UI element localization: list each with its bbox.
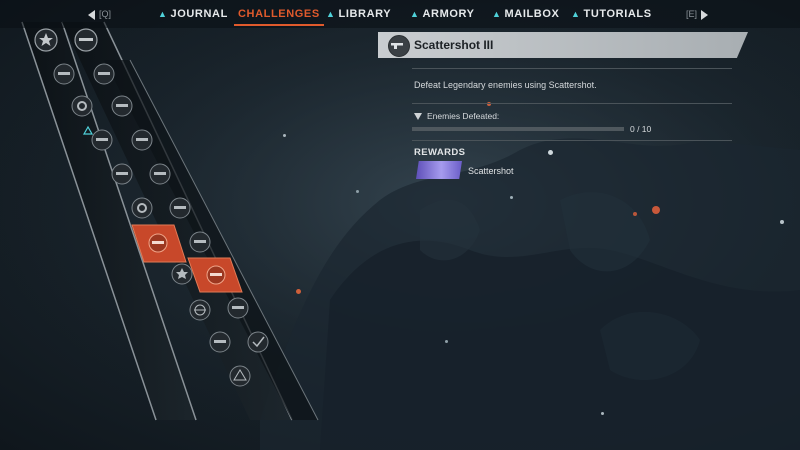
tab-tutorials[interactable]: ▲ TUTORIALS	[571, 0, 652, 28]
challenge-header: Scattershot III	[378, 32, 748, 58]
reward-name: Scattershot	[468, 166, 514, 176]
dust-particle	[445, 340, 448, 343]
challenge-node-star-emblem[interactable]	[34, 28, 58, 52]
challenge-node-gun[interactable]	[169, 197, 191, 219]
objective-count: 0 / 10	[630, 124, 652, 134]
tab-journal[interactable]: ▲ JOURNAL	[158, 0, 228, 28]
divider	[412, 140, 732, 141]
divider	[412, 68, 732, 69]
tab-journal-label: JOURNAL	[170, 8, 228, 20]
challenge-node-triangle[interactable]	[229, 365, 251, 387]
challenge-node-gun[interactable]	[149, 163, 171, 185]
challenge-node-gun[interactable]	[189, 231, 211, 253]
challenge-node-gun[interactable]	[131, 129, 153, 151]
arrow-left-icon	[88, 9, 95, 20]
challenge-node-gear[interactable]	[71, 95, 93, 117]
objective-label-text: Enemies Defeated:	[427, 111, 500, 121]
challenge-node-gun[interactable]	[111, 163, 133, 185]
prev-tab-hint[interactable]: [Q]	[88, 0, 111, 28]
challenge-node-gun[interactable]	[227, 297, 249, 319]
challenge-node-gun[interactable]	[53, 63, 75, 85]
triangle-icon: ▲	[571, 9, 581, 19]
tab-mailbox-label: MAILBOX	[504, 8, 560, 20]
tab-armory[interactable]: ▲ ARMORY	[410, 0, 475, 28]
tab-challenges-label: CHALLENGES	[238, 8, 320, 20]
challenge-rails	[21, 21, 319, 421]
shotgun-icon	[388, 35, 410, 57]
challenge-node-star[interactable]	[171, 263, 193, 285]
challenge-description: Defeat Legendary enemies using Scattersh…	[414, 80, 597, 90]
challenge-node-gear[interactable]	[131, 197, 153, 219]
divider	[412, 103, 732, 104]
dust-particle	[601, 412, 604, 415]
ember-particle	[633, 212, 637, 216]
tab-challenges[interactable]: CHALLENGES	[234, 0, 324, 28]
dust-particle	[510, 196, 513, 199]
challenge-node-gun[interactable]	[74, 28, 98, 52]
challenge-detail-panel: Scattershot III Defeat Legendary enemies…	[378, 32, 748, 179]
triangle-icon: ▲	[410, 9, 420, 19]
next-key-label: [E]	[686, 9, 698, 19]
challenge-node-gun[interactable]	[93, 63, 115, 85]
challenge-node-check[interactable]	[247, 331, 269, 353]
arrow-right-icon	[701, 9, 709, 20]
tab-library-label: LIBRARY	[338, 8, 392, 20]
objective-label: Enemies Defeated:	[414, 111, 499, 121]
ember-particle	[652, 206, 660, 214]
scattershot-weapon-icon	[416, 161, 462, 179]
triangle-icon: ▲	[326, 9, 336, 19]
challenge-title: Scattershot III	[414, 38, 494, 52]
rewards-heading: REWARDS	[414, 147, 466, 158]
tab-mailbox[interactable]: ▲ MAILBOX	[492, 0, 559, 28]
tab-armory-label: ARMORY	[422, 8, 475, 20]
prev-key-label: [Q]	[99, 9, 112, 19]
collapse-triangle-icon	[414, 113, 422, 120]
top-nav-bar: [Q] ▲ JOURNAL CHALLENGES ▲ LIBRARY ▲ ARMORY…	[0, 0, 800, 28]
challenge-node-gun[interactable]	[91, 129, 113, 151]
objective-progress-bar	[412, 127, 624, 131]
dust-particle	[780, 220, 784, 224]
tab-library[interactable]: ▲ LIBRARY	[326, 0, 391, 28]
challenge-node-gun[interactable]	[111, 95, 133, 117]
dust-particle	[548, 150, 553, 155]
triangle-icon: ▲	[158, 9, 168, 19]
next-tab-hint[interactable]: [E]	[686, 0, 709, 28]
tab-tutorials-label: TUTORIALS	[583, 8, 652, 20]
challenge-node-target[interactable]	[189, 299, 211, 321]
challenge-node-gun[interactable]	[209, 331, 231, 353]
triangle-icon: ▲	[492, 9, 502, 19]
